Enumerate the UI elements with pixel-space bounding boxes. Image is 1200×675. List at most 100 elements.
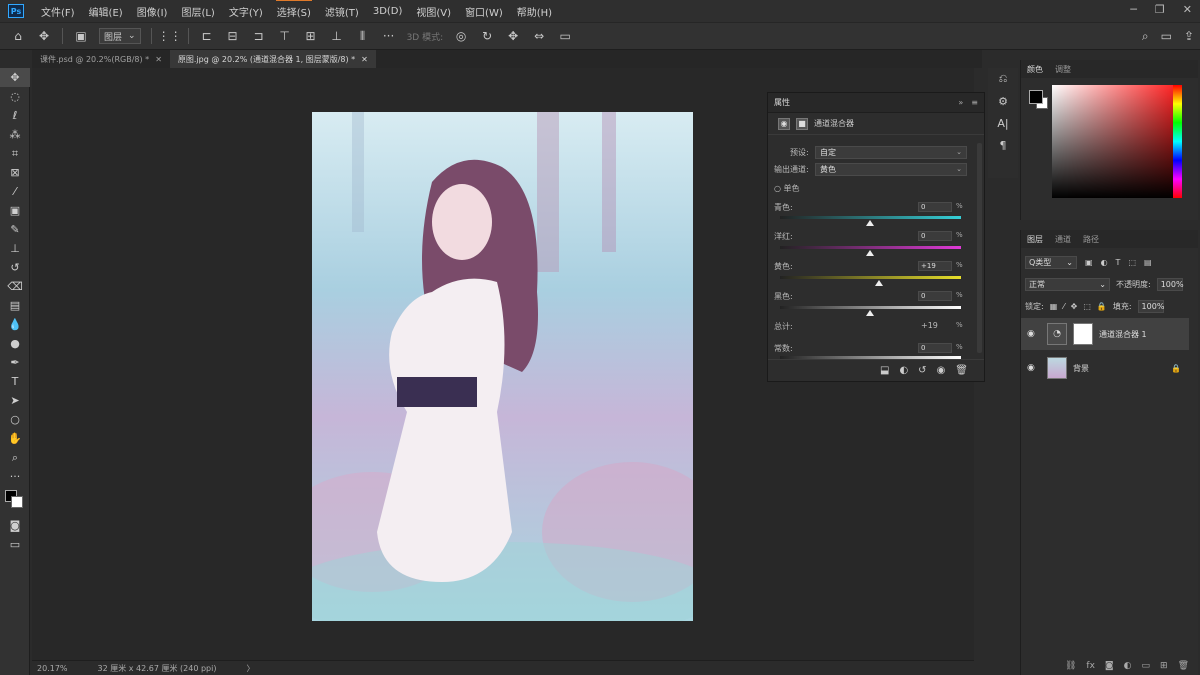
document-image[interactable]	[312, 112, 693, 621]
visibility-icon[interactable]: ◉	[937, 365, 946, 376]
menu-window[interactable]: 窗口(W)	[458, 4, 510, 19]
link-layers-icon[interactable]: ⛓	[1065, 661, 1076, 671]
view-previous-icon[interactable]: ◐	[899, 365, 908, 376]
tab-courseware[interactable]: 课件.psd @ 20.2%(RGB/8) * ✕	[32, 50, 170, 68]
trash-icon[interactable]: 🗑	[955, 365, 968, 376]
history-panel-icon[interactable]: ⎌	[988, 68, 1018, 90]
eye-icon[interactable]: ◉	[1027, 329, 1041, 339]
eye-icon[interactable]: ◉	[1027, 363, 1041, 373]
monochrome-checkbox[interactable]: ○ 单色	[774, 183, 800, 194]
close-icon[interactable]: ✕	[155, 55, 162, 64]
zoom-level[interactable]: 20.17%	[37, 664, 68, 673]
3d-orbit-icon[interactable]: ◎	[453, 29, 469, 43]
more-options-icon[interactable]: ···	[381, 29, 397, 43]
fill-input[interactable]: 100%	[1137, 300, 1164, 313]
character-panel-icon[interactable]: A|	[988, 112, 1018, 134]
menu-layer[interactable]: 图层(L)	[174, 4, 221, 19]
layer-mask-thumbnail[interactable]	[1073, 323, 1093, 345]
yellow-value-input[interactable]: +19	[918, 261, 952, 271]
menu-select[interactable]: 选择(S)	[270, 0, 318, 19]
black-value-input[interactable]: 0	[918, 291, 952, 301]
align-right-icon[interactable]: ⊐	[251, 29, 267, 43]
output-channel-dropdown[interactable]: 黄色 ⌄	[815, 163, 967, 176]
gradient-tool-icon[interactable]: ▤	[0, 296, 30, 315]
share-icon[interactable]: ⇪	[1184, 29, 1194, 44]
yellow-slider-thumb[interactable]	[875, 280, 883, 286]
pen-tool-icon[interactable]: ✒	[0, 353, 30, 372]
transform-controls-icon[interactable]: ⋮⋮	[158, 29, 182, 43]
filter-type-icon[interactable]: T	[1116, 258, 1121, 267]
channel-mixer-icon[interactable]: ◉	[778, 117, 790, 130]
quick-mask-icon[interactable]: ◙	[0, 516, 30, 535]
magenta-value-input[interactable]: 0	[918, 231, 952, 241]
distribute-icon[interactable]: ⫴	[355, 29, 371, 43]
crop-tool-icon[interactable]: ⌗	[0, 144, 30, 163]
clip-to-layer-icon[interactable]: ⬓	[880, 365, 889, 376]
eraser-tool-icon[interactable]: ⌫	[0, 277, 30, 296]
auto-select-icon[interactable]: ▣	[73, 29, 89, 43]
menu-file[interactable]: 文件(F)	[34, 4, 82, 19]
align-left-icon[interactable]: ⊏	[199, 29, 215, 43]
3d-camera-icon[interactable]: ▭	[557, 29, 573, 43]
panel-menu-icon[interactable]: ≡	[971, 98, 978, 107]
align-center-icon[interactable]: ⊟	[225, 29, 241, 43]
more-tools-icon[interactable]: ···	[0, 467, 30, 486]
move-tool-icon[interactable]: ✥	[36, 29, 52, 43]
frame-tool-icon[interactable]: ⊠	[0, 163, 30, 182]
tab-layers[interactable]: 图层	[1027, 234, 1043, 245]
dodge-tool-icon[interactable]: ●	[0, 334, 30, 353]
layer-filter-dropdown[interactable]: Q类型 ⌄	[1025, 256, 1077, 269]
new-layer-icon[interactable]: ⊞	[1160, 661, 1168, 671]
history-brush-icon[interactable]: ↺	[0, 258, 30, 277]
hue-slider[interactable]	[1173, 85, 1182, 198]
color-swatches-icon[interactable]	[0, 486, 30, 516]
magenta-slider-track[interactable]	[780, 246, 961, 249]
tab-channels[interactable]: 通道	[1055, 234, 1071, 245]
filter-shape-icon[interactable]: ⬚	[1128, 258, 1136, 267]
zoom-tool-icon[interactable]: ⌕	[0, 448, 30, 467]
color-picker-field[interactable]	[1052, 85, 1180, 198]
menu-view[interactable]: 视图(V)	[409, 4, 458, 19]
close-icon[interactable]: ✕	[361, 55, 368, 64]
blur-tool-icon[interactable]: 💧	[0, 315, 30, 334]
tab-paths[interactable]: 路径	[1083, 234, 1099, 245]
lock-all-icon[interactable]: 🔒	[1097, 302, 1107, 311]
shape-tool-icon[interactable]: ○	[0, 410, 30, 429]
3d-slide-icon[interactable]: ⇔	[531, 29, 547, 43]
menu-3d[interactable]: 3D(D)	[366, 6, 410, 17]
mask-icon[interactable]: ■	[796, 117, 808, 130]
3d-pan-icon[interactable]: ✥	[505, 29, 521, 43]
workspace-icon[interactable]: ▭	[1161, 29, 1172, 44]
move-tool-icon[interactable]: ✥	[0, 68, 30, 87]
black-slider-thumb[interactable]	[866, 310, 874, 316]
foreground-color-swatch[interactable]	[1029, 90, 1043, 104]
collapse-icon[interactable]: »	[958, 98, 963, 107]
cyan-slider-track[interactable]	[780, 216, 961, 219]
screen-mode-icon[interactable]: ▭	[0, 535, 30, 554]
layer-row-background[interactable]: ◉ 背景 🔒	[1021, 352, 1189, 384]
constant-value-input[interactable]: 0	[918, 343, 952, 353]
quick-select-tool-icon[interactable]: ⁂	[0, 125, 30, 144]
cyan-value-input[interactable]: 0	[918, 202, 952, 212]
menu-filter[interactable]: 滤镜(T)	[318, 4, 366, 19]
new-adjustment-icon[interactable]: ◐	[1124, 661, 1132, 671]
opacity-input[interactable]: 100%	[1156, 278, 1184, 291]
magenta-slider-thumb[interactable]	[866, 250, 874, 256]
auto-select-dropdown[interactable]: 图层 ⌄	[99, 28, 141, 44]
brush-tool-icon[interactable]: ✎	[0, 220, 30, 239]
search-icon[interactable]: ⌕	[1142, 29, 1149, 44]
tab-adjustments[interactable]: 调整	[1055, 64, 1071, 75]
align-bottom-icon[interactable]: ⊥	[329, 29, 345, 43]
layer-row-channel-mixer[interactable]: ◉ ◔ 通道混合器 1	[1021, 318, 1189, 350]
marquee-tool-icon[interactable]: ◌	[0, 87, 30, 106]
blend-mode-dropdown[interactable]: 正常 ⌄	[1025, 278, 1110, 291]
trash-icon[interactable]: 🗑	[1178, 661, 1189, 671]
lasso-tool-icon[interactable]: ℓ	[0, 106, 30, 125]
healing-tool-icon[interactable]: ▣	[0, 201, 30, 220]
lock-position-icon[interactable]: ✥	[1071, 302, 1078, 311]
reset-icon[interactable]: ↺	[918, 365, 926, 376]
paragraph-panel-icon[interactable]: ¶	[988, 134, 1018, 156]
menu-help[interactable]: 帮助(H)	[510, 4, 559, 19]
eyedropper-tool-icon[interactable]: ⁄	[0, 182, 30, 201]
black-slider-track[interactable]	[780, 306, 961, 309]
